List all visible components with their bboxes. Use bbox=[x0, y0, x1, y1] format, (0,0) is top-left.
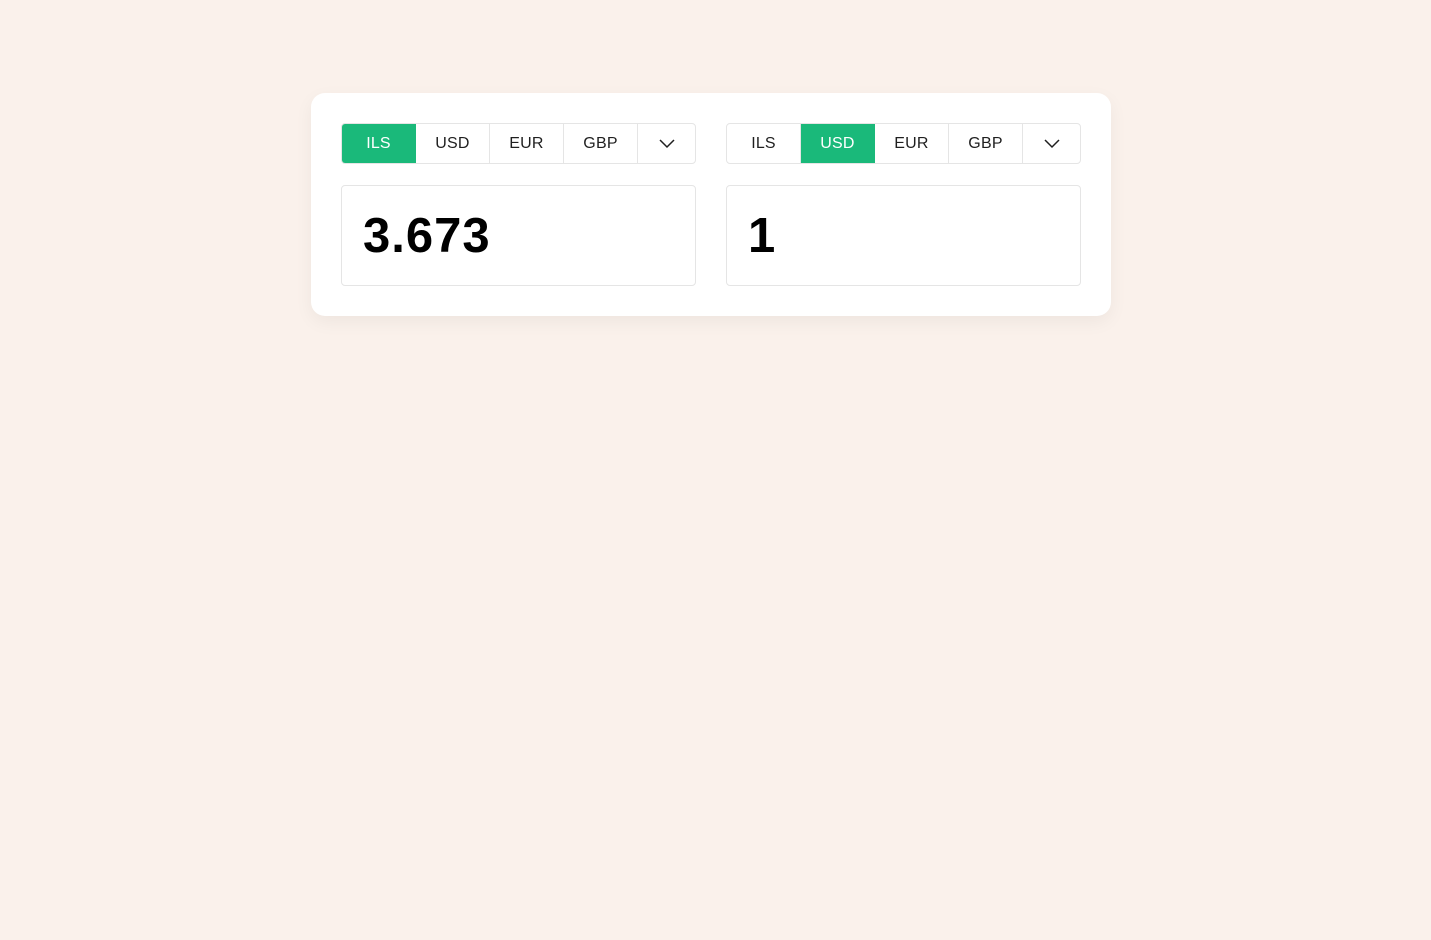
to-currency-tabs: ILS USD EUR GBP bbox=[726, 123, 1081, 164]
from-amount-box bbox=[341, 185, 696, 286]
to-currency-panel: ILS USD EUR GBP bbox=[726, 123, 1081, 286]
to-tab-usd[interactable]: USD bbox=[801, 124, 875, 163]
from-currency-tabs: ILS USD EUR GBP bbox=[341, 123, 696, 164]
to-tab-eur[interactable]: EUR bbox=[875, 124, 949, 163]
to-tab-gbp[interactable]: GBP bbox=[949, 124, 1023, 163]
chevron-down-icon bbox=[1043, 138, 1060, 148]
from-tab-eur[interactable]: EUR bbox=[490, 124, 564, 163]
from-tab-usd[interactable]: USD bbox=[416, 124, 490, 163]
to-tab-ils[interactable]: ILS bbox=[727, 124, 801, 163]
from-currency-panel: ILS USD EUR GBP bbox=[341, 123, 696, 286]
to-currency-more-button[interactable] bbox=[1023, 124, 1080, 163]
chevron-down-icon bbox=[658, 138, 675, 148]
from-currency-more-button[interactable] bbox=[638, 124, 695, 163]
from-tab-gbp[interactable]: GBP bbox=[564, 124, 638, 163]
converter-card: ILS USD EUR GBP ILS USD EUR GBP bbox=[311, 93, 1111, 316]
from-amount-input[interactable] bbox=[363, 207, 673, 264]
to-amount-input[interactable] bbox=[748, 207, 1058, 264]
from-tab-ils[interactable]: ILS bbox=[342, 124, 416, 163]
to-amount-box bbox=[726, 185, 1081, 286]
